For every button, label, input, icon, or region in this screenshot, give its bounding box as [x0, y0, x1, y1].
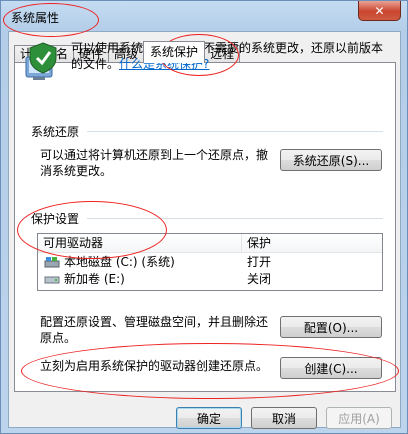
info-text-block: 可以使用系统保护来撤消不需要的系统更改，还原以前版本的文件。什么是系统保护?	[71, 40, 386, 72]
configure-description: 配置还原设置、管理磁盘空间，并且删除还原点。	[40, 315, 269, 345]
drive-icon	[44, 276, 60, 283]
apply-button[interactable]: 应用(A)	[326, 407, 392, 429]
system-restore-description: 可以通过将计算机还原到上一个还原点，撤消系统更改。	[40, 148, 269, 178]
close-icon: ✕	[374, 3, 385, 18]
system-protection-icon	[25, 42, 57, 80]
window-title: 系统属性	[11, 11, 60, 25]
drive-protection-status: 关闭	[247, 272, 272, 286]
ok-button[interactable]: 确定	[176, 407, 242, 429]
column-header-protection[interactable]: 保护	[242, 234, 271, 252]
drive-name: 新加卷 (E:)	[64, 272, 125, 286]
close-button[interactable]: ✕	[358, 1, 401, 21]
cancel-button[interactable]: 取消	[251, 407, 317, 429]
create-button[interactable]: 创建(C)...	[280, 357, 382, 379]
system-restore-button[interactable]: 系统还原(S)...	[280, 149, 382, 171]
list-item[interactable]: 新加卷 (E:) 关闭	[38, 270, 382, 287]
info-description: 可以使用系统保护来撤消不需要的系统更改，还原以前版本的文件。	[71, 41, 384, 71]
column-header-drives[interactable]: 可用驱动器	[38, 234, 242, 252]
system-properties-window: 系统属性 ✕ 计算机名 硬件 高级 系统保护 远程 可以使用系统保护来撤消不需要…	[0, 0, 408, 434]
divider	[87, 218, 383, 219]
title-bar[interactable]: 系统属性 ✕	[1, 1, 407, 31]
protection-settings-heading: 保护设置	[31, 212, 80, 226]
list-item[interactable]: 本地磁盘 (C:) (系统) 打开	[38, 253, 382, 270]
system-restore-heading: 系统还原	[31, 125, 80, 139]
drive-list-header: 可用驱动器 保护	[38, 234, 382, 253]
system-drive-icon	[44, 256, 60, 267]
drive-name: 本地磁盘 (C:) (系统)	[64, 255, 175, 269]
divider	[87, 131, 383, 132]
create-description: 立刻为启用系统保护的驱动器创建还原点。	[40, 359, 269, 373]
tab-system-protection[interactable]: 系统保护	[143, 41, 206, 63]
drive-list[interactable]: 可用驱动器 保护 本地磁盘 (C:) (系统) 打开 新加卷 (E:) 关闭	[37, 233, 383, 291]
configure-button[interactable]: 配置(O)...	[280, 316, 382, 338]
drive-protection-status: 打开	[247, 255, 272, 269]
